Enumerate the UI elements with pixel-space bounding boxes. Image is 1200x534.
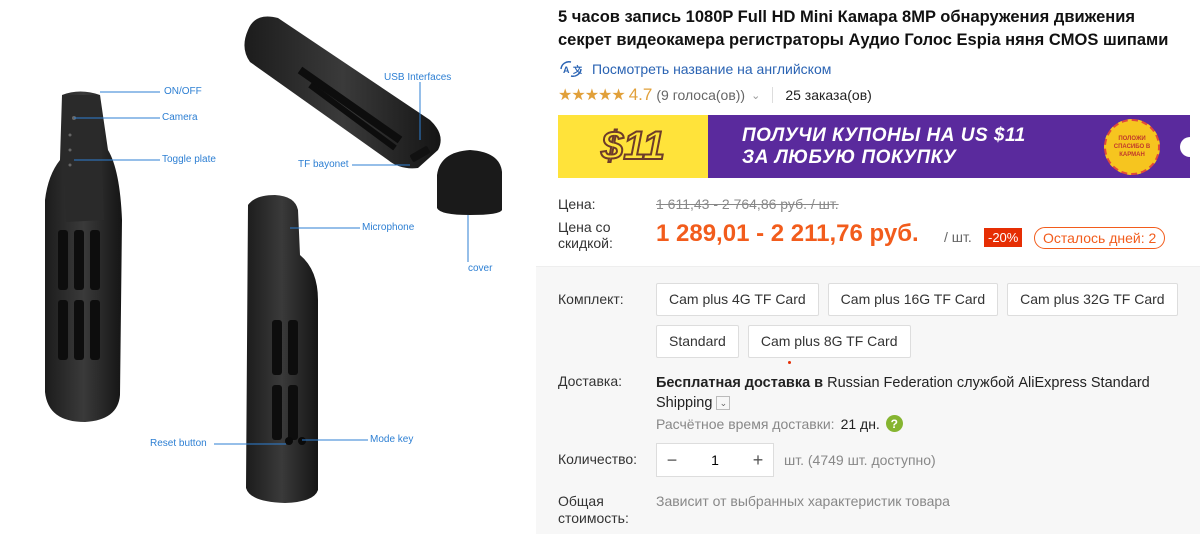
product-title: 5 часов запись 1080P Full HD Mini Камара… xyxy=(558,8,1169,49)
product-image[interactable]: ON/OFF Camera Toggle plate USB Interface… xyxy=(0,0,536,534)
callout-reset: Reset button xyxy=(150,438,207,449)
divider xyxy=(772,87,774,103)
device-bottom xyxy=(246,195,318,503)
days-left-badge: Осталось дней: 2 xyxy=(1034,227,1166,249)
increment-button[interactable]: + xyxy=(743,450,773,471)
callout-usb: USB Interfaces xyxy=(384,72,452,83)
purchase-options: Комплект: Cam plus 4G TF Card Cam plus 1… xyxy=(536,266,1200,534)
option-chip[interactable]: Cam plus 16G TF Card xyxy=(827,283,999,316)
callout-camera: Camera xyxy=(162,112,198,123)
discount-badge: -20% xyxy=(984,228,1023,247)
coupon-text-panel: ПОЛУЧИ КУПОНЫ НА US $11 ЗА ЛЮБУЮ ПОКУПКУ… xyxy=(708,115,1190,178)
total-label: Общая стоимость: xyxy=(558,493,629,526)
translate-link-label: Посмотреть название на английском xyxy=(592,61,832,77)
camera-pen-illustration xyxy=(45,16,502,503)
coupon-amount: $11 xyxy=(600,123,666,169)
help-icon[interactable]: ? xyxy=(885,415,903,432)
shipping-bold: Бесплатная доставка в xyxy=(656,375,824,391)
shipping-dropdown-icon[interactable]: ⌄ xyxy=(716,396,731,411)
shipping-info: Бесплатная доставка в Russian Federation… xyxy=(656,373,1176,413)
decrement-button[interactable]: − xyxy=(657,450,687,471)
option-chip[interactable]: Cam plus 8G TF Card xyxy=(747,325,911,358)
svg-text:文: 文 xyxy=(572,64,583,75)
delivery-eta: Расчётное время доставки: 21 дн. ? xyxy=(656,415,903,432)
svg-text:A: A xyxy=(563,65,570,75)
callout-onoff: ON/OFF xyxy=(164,86,202,97)
discount-price-label: Цена со скидкой: xyxy=(558,219,613,251)
translate-icon: A 文 xyxy=(558,60,584,78)
red-dot xyxy=(788,361,791,364)
coupon-banner[interactable]: $11 ПОЛУЧИ КУПОНЫ НА US $11 ЗА ЛЮБУЮ ПОК… xyxy=(558,115,1190,178)
shipping-label: Доставка: xyxy=(558,373,623,389)
callout-cover: cover xyxy=(468,263,493,274)
option-chips: Cam plus 4G TF Card Cam plus 16G TF Card… xyxy=(656,283,1186,358)
quantity-label: Количество: xyxy=(558,451,638,467)
current-price: 1 289,01 - 2 211,76 руб. xyxy=(656,220,919,247)
original-price: 1 611,43 - 2 764,86 руб. / шт. xyxy=(656,196,839,212)
eta-value: 21 дн. xyxy=(840,415,880,432)
option-chip[interactable]: Cam plus 4G TF Card xyxy=(656,283,819,316)
callout-mode: Mode key xyxy=(370,434,414,445)
device-top xyxy=(244,16,441,169)
pocket-badge: ПОЛОЖИ СПАСИБО В КАРМАН xyxy=(1104,119,1160,175)
option-chip[interactable]: Cam plus 32G TF Card xyxy=(1007,283,1178,316)
total-note: Зависит от выбранных характеристик товар… xyxy=(656,493,950,509)
quantity-input[interactable] xyxy=(687,452,743,468)
orders-count: 25 заказа(ов) xyxy=(785,87,872,103)
translate-link[interactable]: A 文 Посмотреть название на английском xyxy=(558,60,831,78)
rating-votes[interactable]: (9 голоса(ов)) xyxy=(656,87,745,103)
option-chip[interactable]: Standard xyxy=(656,325,739,358)
price-label: Цена: xyxy=(558,196,596,212)
callout-toggle: Toggle plate xyxy=(162,154,216,165)
callout-microphone: Microphone xyxy=(362,222,415,233)
rating-value: 4.7 xyxy=(628,85,653,104)
coupon-amount-box: $11 xyxy=(558,115,708,178)
cover-cap xyxy=(437,150,502,215)
rating-stars: ★★★★★ xyxy=(558,87,626,104)
callout-tf: TF bayonet xyxy=(298,159,349,170)
per-unit: / шт. xyxy=(944,229,972,245)
product-info: 5 часов запись 1080P Full HD Mini Камара… xyxy=(536,0,1200,534)
chevron-down-icon[interactable]: ⌄ xyxy=(751,89,760,102)
eta-label: Расчётное время доставки: xyxy=(656,415,835,432)
stock-note: шт. (4749 шт. доступно) xyxy=(784,452,936,468)
rating-row: ★★★★★ 4.7 (9 голоса(ов)) ⌄ 25 заказа(ов) xyxy=(558,85,872,105)
device-left xyxy=(45,91,122,422)
options-label: Комплект: xyxy=(558,291,624,307)
quantity-stepper: − + xyxy=(656,443,774,477)
